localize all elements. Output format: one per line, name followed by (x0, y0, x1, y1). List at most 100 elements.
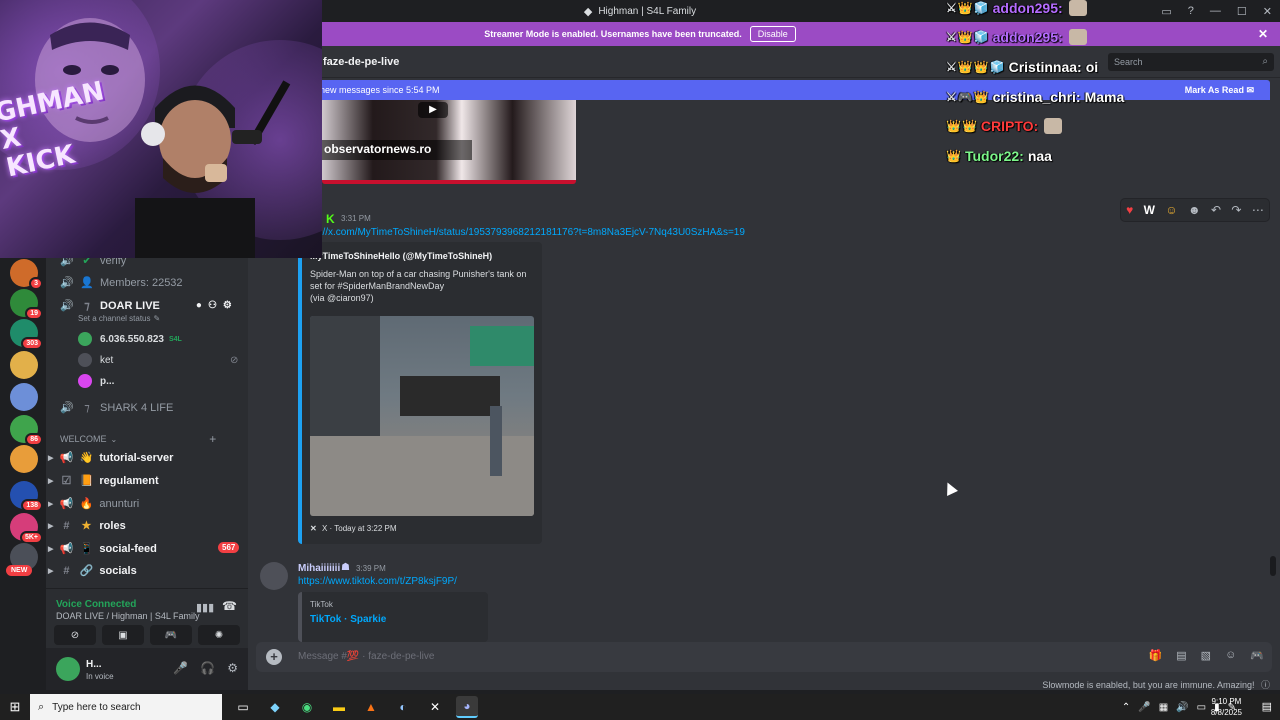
channel-status[interactable]: Set a channel status ✎ (78, 314, 160, 323)
chrome-icon[interactable]: ◉ (296, 696, 318, 718)
embed-image[interactable] (310, 316, 534, 516)
server-icon[interactable]: 19 (10, 289, 43, 320)
more-icon[interactable]: ⋯ (1252, 203, 1264, 217)
username[interactable]: H... (86, 659, 102, 670)
reply-icon[interactable]: ↶ (1211, 203, 1221, 217)
chat-username: addon295: (992, 0, 1063, 16)
gear-icon[interactable]: ⚙ (223, 300, 232, 311)
screen-share-button[interactable]: ▣ (102, 625, 144, 645)
forward-icon[interactable]: ↷ (1231, 203, 1241, 217)
add-channel-icon[interactable]: + (209, 432, 216, 446)
server-icon[interactable]: 3 (10, 259, 43, 290)
message-link[interactable]: https://x.com/MyTimeToShineH/status/1953… (298, 227, 745, 238)
taskbar-clock[interactable]: 9:10 PM 8/8/2025 (1211, 696, 1242, 718)
disconnect-icon[interactable]: ☎ (222, 599, 237, 613)
voice-user[interactable]: ket ⊘ (78, 353, 238, 367)
message-input[interactable]: + Message #💯 · faze-de-pe-live 🎁 ▤ ▧ ☺ 🎮 (256, 642, 1272, 672)
steam-icon[interactable]: ◐ (392, 696, 414, 718)
server-icon[interactable]: 303 (10, 319, 43, 350)
avatar (78, 332, 92, 346)
embed-title[interactable]: TikTok · Sparkie (310, 614, 386, 625)
server-icon[interactable] (10, 351, 38, 379)
network-icon[interactable]: ▦ (1159, 702, 1168, 713)
disable-streamer-mode-button[interactable]: Disable (749, 26, 796, 42)
server-mention-badge: 3 (29, 277, 43, 290)
channel-doar-live[interactable]: 🔊 ⁊ DOAR LIVE ● ⚇ ⚙ (60, 299, 232, 313)
embed-footer: ✕ X · Today at 3:22 PM (310, 524, 397, 533)
message-author[interactable]: Mihaiiiiiii (298, 563, 340, 574)
channel-shark[interactable]: 🔊 ⁊ SHARK 4 LIFE (60, 401, 173, 415)
link-icon: 🔗 (79, 565, 94, 577)
game-icon[interactable]: 🎮 (1250, 649, 1264, 662)
file-explorer-icon[interactable]: ▬ (328, 696, 350, 718)
message-link[interactable]: https://www.tiktok.com/t/ZP8ksjF9P/ (298, 576, 457, 587)
chat-badges-icon: 👑👑 (946, 119, 978, 133)
chevron-up-icon[interactable]: ⌃ (1122, 702, 1130, 713)
channel-social-feed[interactable]: ▶ 📢 📱 social-feed (48, 542, 157, 556)
chat-badges-icon: ⚔👑🧊 (946, 1, 990, 15)
play-icon[interactable]: ▶ (418, 102, 448, 118)
server-rail: 3 19 303 86 138 5K+ (0, 255, 46, 590)
scrollbar[interactable] (1270, 556, 1276, 576)
server-icon[interactable]: 5K+ (10, 513, 43, 544)
channel-members[interactable]: 🔊 👤 Members: 22532 (60, 276, 182, 290)
chat-username: cristina_chri: (992, 89, 1081, 105)
chat-icon[interactable]: ● (196, 300, 202, 311)
mic-tray-icon[interactable]: 🎤 (1138, 702, 1150, 713)
volume-icon[interactable]: 🔊 (1176, 702, 1188, 713)
voice-channel-label[interactable]: DOAR LIVE / Highman | S4L Family (56, 611, 200, 621)
camera-off-button[interactable]: ⊘ (54, 625, 96, 645)
discord-taskbar-icon[interactable]: ◕ (456, 696, 478, 718)
chat-overlay-line: 👑👑 CRIPTO: (946, 118, 1063, 134)
chat-username: Cristinnaa: (1008, 59, 1082, 75)
channel-tutorial-server[interactable]: ▶ 📢 👋 tutorial-server (48, 451, 173, 465)
task-view-icon[interactable]: ▭ (232, 696, 254, 718)
server-icon[interactable]: 138 (10, 481, 43, 512)
chat-username: addon295: (992, 29, 1063, 45)
news-source-label: observatornews.ro (324, 142, 432, 156)
brave-icon[interactable]: ▲ (360, 696, 382, 718)
embed-author[interactable]: MyTimeToShineHello (@MyTimeToShineH) (310, 251, 492, 261)
channel-anunturi[interactable]: ▶ 📢 🔥 anunturi (48, 497, 139, 511)
notification-icon[interactable]: ▤ (1262, 700, 1272, 713)
channel-roles[interactable]: ▶ # ★ roles (48, 519, 126, 533)
sticker-icon[interactable]: ▧ (1201, 649, 1211, 662)
server-icon[interactable] (10, 445, 38, 473)
xbox-icon[interactable]: ✕ (424, 696, 446, 718)
taskbar-search-input[interactable]: ⌕ Type here to search (30, 694, 222, 720)
taskbar: ⊞ ⌕ Type here to search ▭ ◆ ◉ ▬ ▲ ◐ ✕ ◕ … (0, 694, 1280, 720)
server-icon[interactable] (10, 383, 38, 411)
copilot-icon[interactable]: ◆ (264, 696, 286, 718)
windows-start-icon[interactable]: ⊞ (0, 694, 30, 720)
display-icon[interactable]: ▭ (1197, 702, 1206, 713)
chat-badges-icon: ⚔👑👑🧊 (946, 60, 1006, 74)
gear-icon[interactable]: ⚙ (227, 661, 238, 675)
channel-socials[interactable]: ▶ # 🔗 socials (48, 564, 137, 578)
server-icon[interactable]: 86 (10, 415, 43, 446)
news-embed-image[interactable]: observatornews.ro ▶ (322, 100, 576, 184)
gif-icon[interactable]: ▤ (1176, 649, 1186, 662)
emote-icon (1044, 118, 1063, 134)
category-welcome[interactable]: WELCOME ⌄ + (60, 432, 216, 446)
hash-icon: # (63, 564, 70, 577)
voice-connected-label: Voice Connected (56, 599, 137, 610)
add-user-icon[interactable]: ⚇ (208, 300, 217, 311)
add-attachment-button[interactable]: + (266, 649, 282, 665)
microphone-arm-graphic (232, 80, 291, 145)
heart-reaction-icon[interactable]: ♥ (1126, 203, 1133, 217)
emoji-icon[interactable]: ☺ (1225, 649, 1236, 662)
signal-icon[interactable]: ▮▮▮ (196, 601, 214, 614)
activity-button[interactable]: 🎮 (150, 625, 192, 645)
headphones-icon[interactable]: 🎧 (200, 661, 215, 675)
soundboard-button[interactable]: ✺ (198, 625, 240, 645)
laugh-reaction-icon[interactable]: ☺ (1165, 203, 1177, 217)
channel-regulament[interactable]: ▶ ☑ 📙 regulament (48, 474, 159, 488)
voice-user[interactable]: p... (78, 374, 114, 388)
voice-user[interactable]: 6.036.550.823 S4L (78, 332, 182, 346)
avatar[interactable] (56, 657, 80, 681)
microphone-icon[interactable]: 🎤 (173, 661, 188, 675)
add-reaction-icon[interactable]: ☻ (1188, 203, 1201, 217)
avatar[interactable] (260, 562, 288, 590)
gift-icon[interactable]: 🎁 (1149, 649, 1163, 662)
w-reaction-icon[interactable]: W (1144, 203, 1155, 217)
